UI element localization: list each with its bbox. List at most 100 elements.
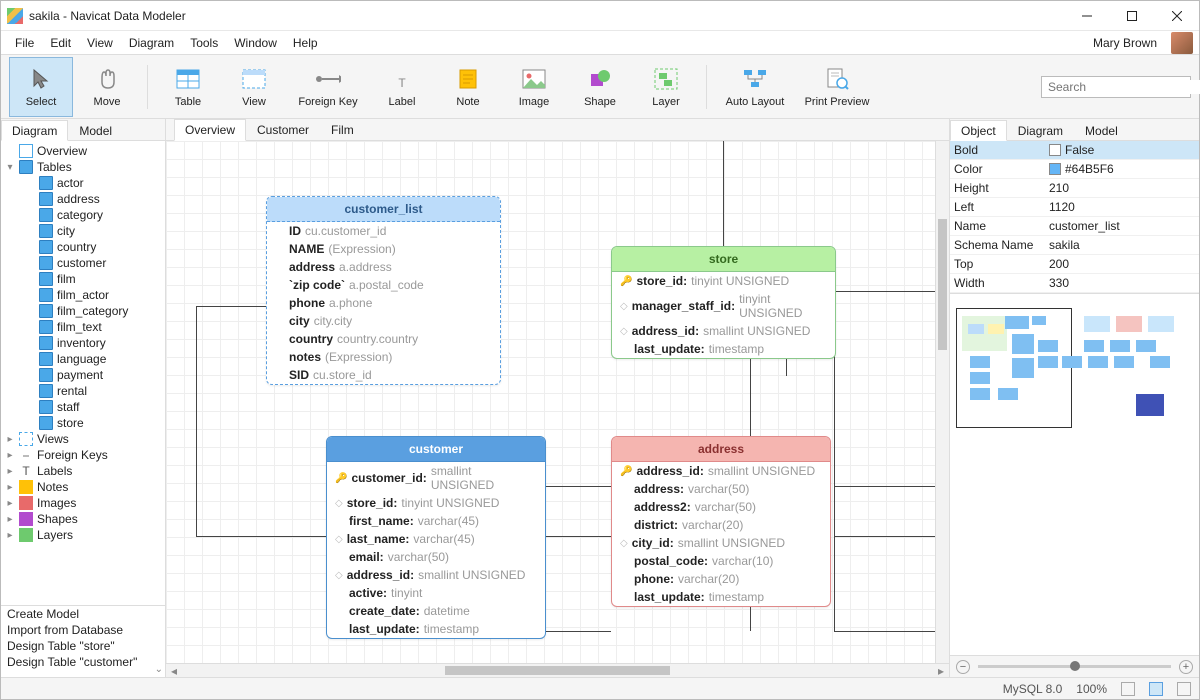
tool-auto-layout[interactable]: Auto Layout	[715, 57, 795, 117]
tree-table-film_actor[interactable]: film_actor	[3, 287, 163, 303]
tree-foreign-keys[interactable]: ▸⎯Foreign Keys	[3, 447, 163, 463]
tree-table-film_text[interactable]: film_text	[3, 319, 163, 335]
entity-column[interactable]: ◇manager_staff_id: tinyint UNSIGNED	[612, 290, 835, 322]
chevron-right-icon[interactable]: ▸	[5, 514, 15, 525]
tree-views[interactable]: ▸Views	[3, 431, 163, 447]
color-swatch-icon[interactable]	[1049, 163, 1061, 175]
tool-note[interactable]: Note	[436, 57, 500, 117]
scroll-thumb[interactable]	[445, 666, 670, 675]
checkbox-icon[interactable]	[1049, 144, 1061, 156]
prop-color[interactable]: Color#64B5F6	[950, 160, 1199, 179]
tree-images[interactable]: ▸Images	[3, 495, 163, 511]
tool-shape[interactable]: Shape	[568, 57, 632, 117]
entity-column[interactable]: address2: varchar(50)	[612, 498, 830, 516]
entity-column[interactable]: address a.address	[267, 258, 500, 276]
tree-table-payment[interactable]: payment	[3, 367, 163, 383]
entity-column[interactable]: 🔑customer_id: smallint UNSIGNED	[327, 462, 545, 494]
minimap[interactable]	[950, 293, 1199, 655]
tree-table-language[interactable]: language	[3, 351, 163, 367]
vertical-scrollbar[interactable]	[935, 141, 949, 663]
left-tab-model[interactable]: Model	[68, 120, 123, 141]
entity-store[interactable]: store 🔑store_id: tinyint UNSIGNED◇manage…	[611, 246, 836, 359]
entity-column[interactable]: first_name: varchar(45)	[327, 512, 545, 530]
chevron-right-icon[interactable]: ▸	[5, 450, 15, 461]
tree-notes[interactable]: ▸Notes	[3, 479, 163, 495]
horizontal-scrollbar[interactable]: ◂ ▸	[166, 663, 949, 677]
canvas-tab-customer[interactable]: Customer	[246, 119, 320, 141]
tree-labels[interactable]: ▸TLabels	[3, 463, 163, 479]
tree-shapes[interactable]: ▸Shapes	[3, 511, 163, 527]
menu-diagram[interactable]: Diagram	[121, 33, 182, 53]
prop-left[interactable]: Left1120	[950, 198, 1199, 217]
canvas-tab-film[interactable]: Film	[320, 119, 365, 141]
history-list[interactable]: Create Model Import from Database Design…	[1, 605, 165, 677]
chevron-right-icon[interactable]: ▸	[5, 466, 15, 477]
tree-table-inventory[interactable]: inventory	[3, 335, 163, 351]
tree-table-staff[interactable]: staff	[3, 399, 163, 415]
zoom-slider[interactable]	[978, 665, 1171, 668]
tree-table-store[interactable]: store	[3, 415, 163, 431]
view-mode-1-button[interactable]	[1121, 682, 1135, 696]
tree-table-customer[interactable]: customer	[3, 255, 163, 271]
entity-column[interactable]: phone: varchar(20)	[612, 570, 830, 588]
tree-table-film[interactable]: film	[3, 271, 163, 287]
entity-column[interactable]: last_update: timestamp	[612, 340, 835, 358]
tool-move[interactable]: Move	[75, 57, 139, 117]
entity-column[interactable]: create_date: datetime	[327, 602, 545, 620]
close-button[interactable]	[1154, 1, 1199, 30]
object-tree[interactable]: Overview ▾Tables actoraddresscategorycit…	[1, 141, 165, 605]
tree-table-city[interactable]: city	[3, 223, 163, 239]
entity-column[interactable]: district: varchar(20)	[612, 516, 830, 534]
tool-print-preview[interactable]: Print Preview	[797, 57, 877, 117]
canvas-tab-overview[interactable]: Overview	[174, 119, 246, 141]
zoom-in-button[interactable]: +	[1179, 660, 1193, 674]
left-tab-diagram[interactable]: Diagram	[1, 120, 68, 141]
menu-tools[interactable]: Tools	[182, 33, 226, 53]
slider-thumb[interactable]	[1070, 661, 1080, 671]
scroll-thumb[interactable]	[938, 219, 947, 350]
right-tab-diagram[interactable]: Diagram	[1007, 120, 1074, 141]
entity-column[interactable]: ◇last_name: varchar(45)	[327, 530, 545, 548]
tree-table-film_category[interactable]: film_category	[3, 303, 163, 319]
tree-table-category[interactable]: category	[3, 207, 163, 223]
history-item[interactable]: Design Table "store"	[1, 638, 165, 654]
entity-column[interactable]: 🔑store_id: tinyint UNSIGNED	[612, 272, 835, 290]
chevron-right-icon[interactable]: ▸	[5, 498, 15, 509]
tree-table-rental[interactable]: rental	[3, 383, 163, 399]
tree-table-country[interactable]: country	[3, 239, 163, 255]
prop-width[interactable]: Width330	[950, 274, 1199, 293]
history-item[interactable]: Design Table "customer"	[1, 654, 165, 670]
entity-column[interactable]: postal_code: varchar(10)	[612, 552, 830, 570]
tree-layers[interactable]: ▸Layers	[3, 527, 163, 543]
entity-column[interactable]: ◇address_id: smallint UNSIGNED	[327, 566, 545, 584]
menu-help[interactable]: Help	[285, 33, 326, 53]
entity-column[interactable]: 🔑address_id: smallint UNSIGNED	[612, 462, 830, 480]
tool-table[interactable]: Table	[156, 57, 220, 117]
menu-edit[interactable]: Edit	[42, 33, 79, 53]
tree-tables[interactable]: ▾Tables	[3, 159, 163, 175]
entity-column[interactable]: last_update: timestamp	[612, 588, 830, 606]
view-mode-2-button[interactable]	[1149, 682, 1163, 696]
scroll-right-icon[interactable]: ▸	[933, 664, 949, 677]
chevron-down-icon[interactable]: ⌄	[155, 664, 163, 675]
entity-column[interactable]: phone a.phone	[267, 294, 500, 312]
entity-column[interactable]: ◇address_id: smallint UNSIGNED	[612, 322, 835, 340]
menu-window[interactable]: Window	[226, 33, 285, 53]
entity-column[interactable]: notes (Expression)	[267, 348, 500, 366]
prop-height[interactable]: Height210	[950, 179, 1199, 198]
tool-image[interactable]: Image	[502, 57, 566, 117]
entity-column[interactable]: `zip code` a.postal_code	[267, 276, 500, 294]
entity-column[interactable]: ◇city_id: smallint UNSIGNED	[612, 534, 830, 552]
tree-table-actor[interactable]: actor	[3, 175, 163, 191]
search-box[interactable]	[1041, 76, 1191, 98]
entity-column[interactable]: NAME (Expression)	[267, 240, 500, 258]
entity-column[interactable]: SID cu.store_id	[267, 366, 500, 384]
view-mode-3-button[interactable]	[1177, 682, 1191, 696]
entity-column[interactable]: country country.country	[267, 330, 500, 348]
menu-view[interactable]: View	[79, 33, 121, 53]
prop-bold[interactable]: BoldFalse	[950, 141, 1199, 160]
prop-name[interactable]: Namecustomer_list	[950, 217, 1199, 236]
history-item[interactable]: Create Model	[1, 606, 165, 622]
tool-label[interactable]: T Label	[370, 57, 434, 117]
tool-select[interactable]: Select	[9, 57, 73, 117]
